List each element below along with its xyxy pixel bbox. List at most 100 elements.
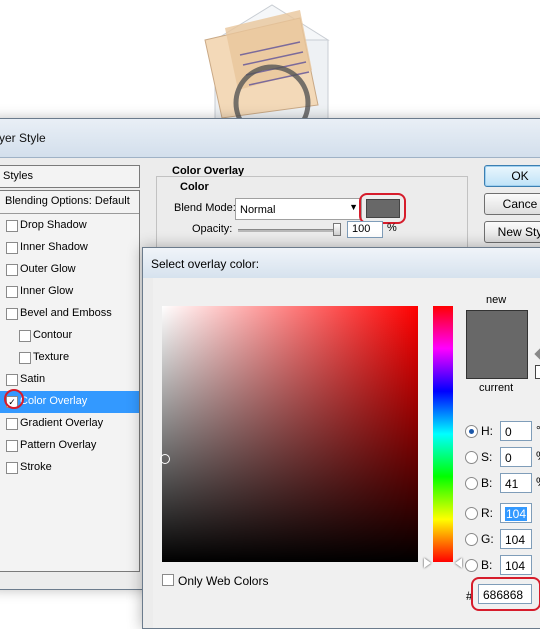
r-radio[interactable] <box>465 507 478 520</box>
style-checkbox[interactable] <box>6 286 18 298</box>
g-radio[interactable] <box>465 533 478 546</box>
style-item-label: Pattern Overlay <box>20 439 97 451</box>
color-picker-title: Select overlay color: <box>151 257 260 271</box>
styles-panel-header[interactable]: Styles <box>0 165 140 188</box>
style-item-label: Outer Glow <box>20 263 76 275</box>
h-input[interactable]: 0 <box>500 421 532 441</box>
layer-style-titlebar[interactable]: yer Style <box>0 119 540 158</box>
style-item-blending-options-default[interactable]: Blending Options: Default <box>0 191 139 214</box>
highlight-ring-checkbox <box>4 389 24 409</box>
group-title: Color <box>180 181 209 193</box>
style-item-inner-glow[interactable]: Inner Glow <box>0 281 139 303</box>
style-item-label: Stroke <box>20 461 52 473</box>
b-radio[interactable] <box>465 477 478 490</box>
only-web-colors-label: Only Web Colors <box>178 574 269 588</box>
opacity-slider-thumb[interactable] <box>333 223 341 236</box>
style-checkbox[interactable] <box>19 330 31 342</box>
style-checkbox[interactable] <box>6 264 18 276</box>
style-item-texture[interactable]: Texture <box>0 347 139 369</box>
opacity-unit: % <box>387 222 397 234</box>
style-checkbox[interactable] <box>6 374 18 386</box>
hue-arrow-right-icon[interactable] <box>455 558 462 568</box>
highlight-ring-hex <box>471 577 540 611</box>
style-item-contour[interactable]: Contour <box>0 325 139 347</box>
style-item-gradient-overlay[interactable]: Gradient Overlay <box>0 413 139 435</box>
style-checkbox[interactable] <box>6 308 18 320</box>
style-checkbox[interactable] <box>6 462 18 474</box>
style-item-stroke[interactable]: Stroke <box>0 457 139 479</box>
h-label: H: <box>481 424 493 438</box>
style-item-bevel-and-emboss[interactable]: Bevel and Emboss <box>0 303 139 325</box>
new-color-swatch <box>466 310 528 345</box>
style-item-inner-shadow[interactable]: Inner Shadow <box>0 237 139 259</box>
only-web-colors-checkbox[interactable] <box>162 574 174 586</box>
style-item-satin[interactable]: Satin <box>0 369 139 391</box>
h-unit: ° <box>536 423 540 437</box>
blend-mode-value: Normal <box>240 204 276 216</box>
r-label: R: <box>481 506 493 520</box>
canvas-artwork <box>204 4 330 130</box>
h-value: 0 <box>505 425 512 439</box>
style-item-outer-glow[interactable]: Outer Glow <box>0 259 139 281</box>
blend-mode-select[interactable]: Normal ▼ <box>235 198 362 220</box>
cancel-button[interactable]: Cance <box>484 193 540 215</box>
new-style-button[interactable]: New Sty <box>484 221 540 243</box>
saturation-brightness-field[interactable] <box>162 306 418 562</box>
s-value: 0 <box>505 451 512 465</box>
opacity-label: Opacity: <box>192 223 233 235</box>
b-unit: % <box>536 475 540 489</box>
blue-label: B: <box>481 558 493 572</box>
b-value: 41 <box>505 477 519 491</box>
ok-button-label: OK <box>511 169 529 183</box>
style-checkbox[interactable] <box>19 352 31 364</box>
new-label: new <box>486 294 507 306</box>
styles-header-label: Styles <box>3 170 33 182</box>
s-label: S: <box>481 450 493 464</box>
blue-input[interactable]: 104 <box>500 555 532 575</box>
opacity-input[interactable]: 100 <box>347 221 383 238</box>
highlight-ring-swatch <box>359 193 406 224</box>
blend-mode-label: Blend Mode: <box>174 202 236 214</box>
current-color-swatch[interactable] <box>466 344 528 379</box>
g-label: G: <box>481 532 494 546</box>
style-item-label: Texture <box>33 351 70 363</box>
style-checkbox[interactable] <box>6 242 18 254</box>
s-radio[interactable] <box>465 451 478 464</box>
h-radio[interactable] <box>465 425 478 438</box>
hue-slider[interactable] <box>433 306 453 562</box>
cancel-button-label: Cance <box>502 197 538 211</box>
current-label: current <box>479 382 514 394</box>
style-checkbox[interactable] <box>6 220 18 232</box>
s-input[interactable]: 0 <box>500 447 532 467</box>
style-checkbox[interactable] <box>6 418 18 430</box>
style-item-label: Bevel and Emboss <box>20 307 112 319</box>
style-item-label: Gradient Overlay <box>20 417 104 429</box>
dropdown-arrow-icon: ▼ <box>349 202 358 212</box>
style-item-drop-shadow[interactable]: Drop Shadow <box>0 215 139 237</box>
opacity-slider-track[interactable] <box>238 229 338 232</box>
b-input[interactable]: 41 <box>500 473 532 493</box>
style-checkbox[interactable] <box>6 440 18 452</box>
style-item-label: Color Overlay <box>20 395 88 407</box>
style-item-label: Blending Options: Default <box>5 195 130 207</box>
b-label: B: <box>481 476 493 490</box>
blue-value: 104 <box>505 559 526 573</box>
style-item-label: Inner Glow <box>20 285 74 297</box>
new-style-button-label: New Sty <box>497 225 540 239</box>
g-input[interactable]: 104 <box>500 529 532 549</box>
color-cursor[interactable] <box>160 454 170 464</box>
styles-list: Blending Options: Default Drop Shadow Inne… <box>0 190 140 572</box>
r-input[interactable]: 104 <box>500 503 532 523</box>
blue-radio[interactable] <box>465 559 478 572</box>
style-item-label: Inner Shadow <box>20 241 88 253</box>
ok-button[interactable]: OK <box>484 165 540 187</box>
style-item-label: Contour <box>33 329 73 341</box>
style-item-label: Drop Shadow <box>20 219 87 231</box>
web-safe-cube-icon[interactable] <box>535 365 540 379</box>
r-value: 104 <box>505 507 528 521</box>
opacity-value: 100 <box>352 223 371 235</box>
hue-arrow-left-icon[interactable] <box>424 558 431 568</box>
color-picker-titlebar[interactable]: Select overlay color: <box>143 248 540 278</box>
style-item-pattern-overlay[interactable]: Pattern Overlay <box>0 435 139 457</box>
g-value: 104 <box>505 533 526 547</box>
